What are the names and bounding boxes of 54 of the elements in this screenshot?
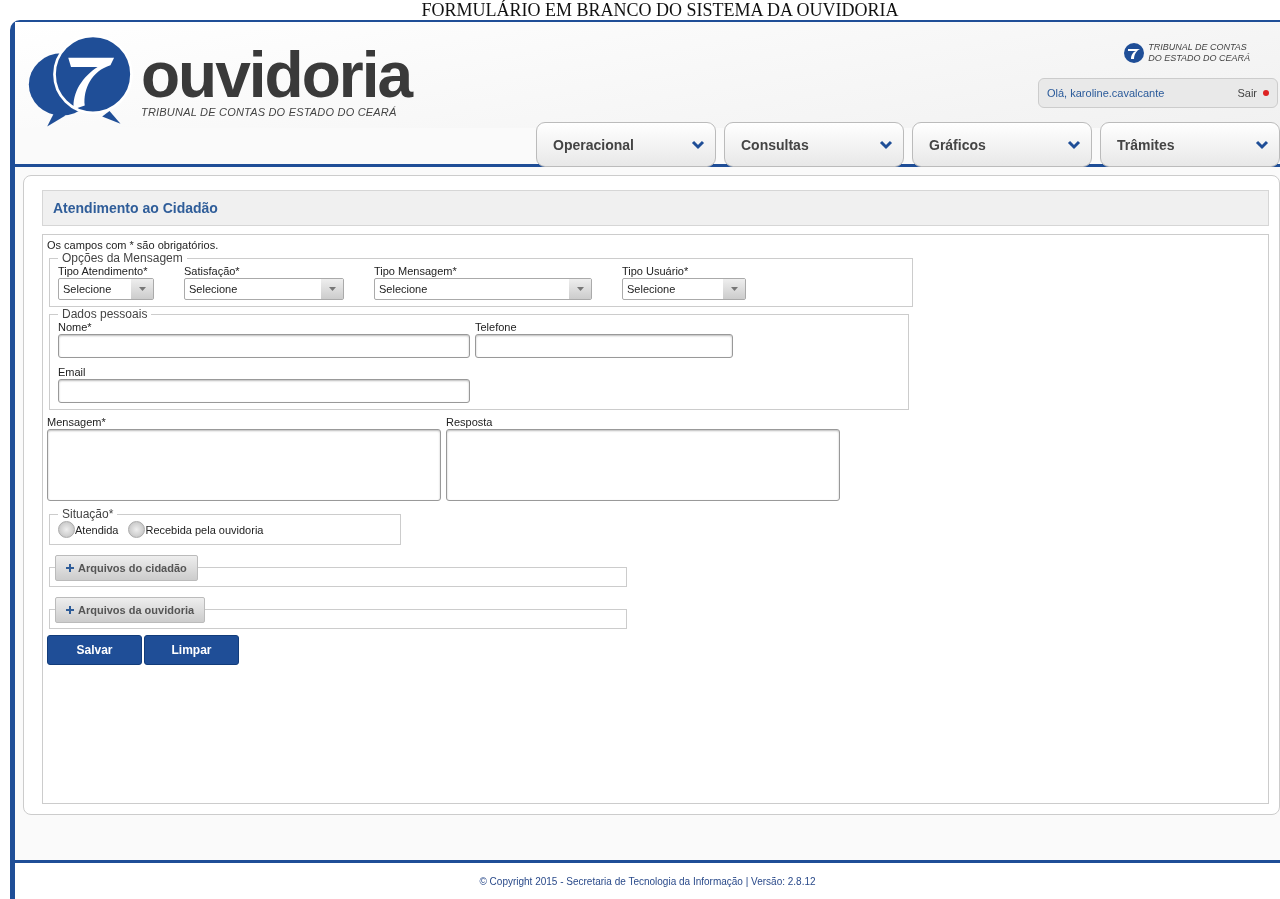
- panel-title: Atendimento ao Cidadão: [42, 190, 1269, 226]
- status-dot-icon: [1263, 90, 1269, 96]
- text-input[interactable]: [58, 334, 470, 358]
- nav-menu-tab[interactable]: Consultas: [724, 122, 904, 167]
- plus-icon: [66, 606, 74, 614]
- expand-attachments-button[interactable]: Arquivos da ouvidoria: [55, 597, 206, 623]
- nav-menu-tab[interactable]: Trâmites: [1100, 122, 1280, 167]
- radio-option[interactable]: Atendida: [58, 521, 119, 538]
- field-label: Telefone: [475, 321, 518, 333]
- field-label: Satisfação*: [184, 265, 241, 277]
- fieldset-legend: Situação*: [58, 507, 118, 521]
- form-button[interactable]: Salvar: [47, 635, 142, 665]
- textarea-field[interactable]: [446, 429, 840, 501]
- field-label: Mensagem*: [47, 416, 107, 428]
- footer-copyright: © Copyright 2015 - Secretaria de Tecnologia da Informação | Versão: 2.8.12: [479, 875, 816, 887]
- field-label: Nome*: [58, 321, 93, 333]
- chevron-down-icon: [691, 139, 705, 150]
- chevron-down-icon: [879, 139, 893, 150]
- dropdown-arrow-icon: [576, 287, 584, 291]
- expand-attachments-button[interactable]: Arquivos do cidadão: [55, 555, 198, 581]
- logo-text: ouvidoria: [141, 44, 412, 106]
- textarea-field[interactable]: [47, 429, 441, 501]
- dropdown-arrow-icon: [730, 287, 738, 291]
- select-dropdown[interactable]: Selecione: [58, 278, 154, 300]
- required-note: Os campos com * são obrigatórios.: [47, 239, 219, 251]
- chevron-down-icon: [1255, 139, 1269, 150]
- fieldset-legend: Dados pessoais: [58, 307, 152, 321]
- nav-menu-tab[interactable]: Operacional: [536, 122, 716, 167]
- logout-button[interactable]: Sair: [1237, 87, 1269, 99]
- greeting-text: Olá, karoline.cavalcante: [1047, 87, 1165, 99]
- text-input[interactable]: [475, 334, 733, 358]
- radio-option[interactable]: Recebida pela ouvidoria: [128, 521, 264, 538]
- page-caption: FORMULÁRIO EM BRANCO DO SISTEMA DA OUVIDORIA: [420, 0, 900, 20]
- plus-icon: [66, 564, 74, 572]
- select-dropdown[interactable]: Selecione: [374, 278, 592, 300]
- field-label: Tipo Usuário*: [622, 265, 690, 277]
- form-button[interactable]: Limpar: [144, 635, 239, 665]
- dropdown-arrow-icon: [328, 287, 336, 291]
- emblem-logo-icon: [1123, 42, 1146, 64]
- org-name: TRIBUNAL DE CONTAS DO ESTADO DO CEARÁ: [1148, 42, 1250, 64]
- radio-icon[interactable]: [58, 521, 75, 538]
- field-label: Tipo Mensagem*: [374, 265, 458, 277]
- text-input[interactable]: [58, 379, 470, 403]
- field-label: Resposta: [446, 416, 494, 428]
- select-dropdown[interactable]: Selecione: [184, 278, 344, 300]
- radio-icon[interactable]: [128, 521, 146, 538]
- logo-subtitle: TRIBUNAL DE CONTAS DO ESTADO DO CEARÁ: [141, 106, 398, 118]
- dropdown-arrow-icon: [138, 287, 146, 291]
- chevron-down-icon: [1067, 139, 1081, 150]
- field-label: Tipo Atendimento*: [58, 265, 149, 277]
- fieldset-legend: Opções da Mensagem: [58, 251, 187, 265]
- field-label: Email: [58, 366, 87, 378]
- select-dropdown[interactable]: Selecione: [622, 278, 746, 300]
- nav-menu-tab[interactable]: Gráficos: [912, 122, 1092, 167]
